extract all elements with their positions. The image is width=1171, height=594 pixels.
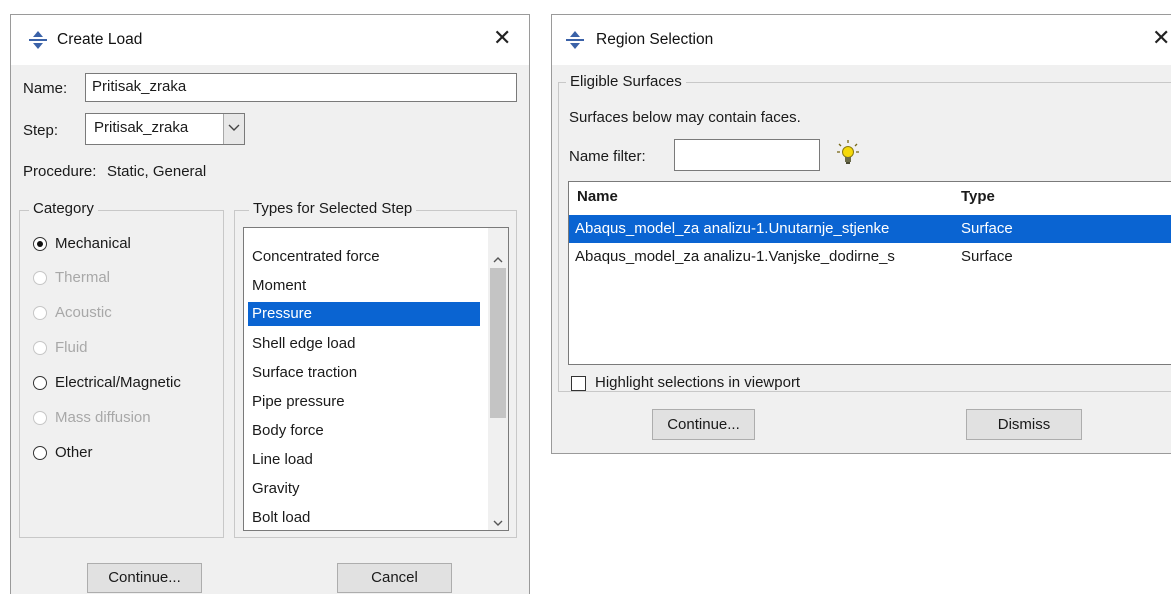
table-cell-type: Surface (961, 248, 1013, 265)
step-select-value: Pritisak_zraka (94, 119, 189, 136)
types-group-title: Types for Selected Step (249, 200, 417, 217)
radio-electrical-magnetic-label: Electrical/Magnetic (55, 374, 181, 391)
abaqus-arrows-icon (566, 31, 584, 49)
list-item[interactable]: Line load (248, 448, 480, 472)
radio-fluid-label: Fluid (55, 339, 88, 356)
table-cell-name: Abaqus_model_za analizu-1.Vanjske_dodirn… (575, 248, 895, 265)
surfaces-table[interactable]: Name Type Abaqus_model_za analizu-1.Unut… (568, 181, 1171, 365)
dialog-title: Region Selection (596, 31, 714, 48)
eligible-surfaces-title: Eligible Surfaces (566, 73, 686, 90)
radio-other-label: Other (55, 444, 93, 461)
radio-other-button[interactable] (33, 446, 47, 460)
radio-fluid-button (33, 341, 47, 355)
chevron-down-icon (228, 124, 240, 131)
radio-mechanical-button[interactable] (33, 237, 47, 251)
procedure-value: Static, General (107, 163, 207, 180)
scrollbar-thumb[interactable] (490, 268, 506, 418)
radio-acoustic-label: Acoustic (55, 304, 112, 321)
surfaces-note: Surfaces below may contain faces. (569, 109, 801, 126)
radio-thermal-label: Thermal (55, 269, 111, 286)
name-label: Name: (23, 80, 68, 97)
dialog-title: Create Load (57, 31, 143, 48)
continue-button[interactable]: Continue... (87, 563, 202, 593)
column-header-name[interactable]: Name (569, 182, 957, 212)
table-cell-type: Surface (961, 220, 1013, 237)
create-load-titlebar[interactable]: Create Load ✕ (11, 15, 529, 65)
region-selection-titlebar[interactable]: Region Selection ✕ (552, 15, 1171, 65)
step-label: Step: (23, 122, 59, 139)
close-icon[interactable]: ✕ (1152, 25, 1170, 53)
list-item[interactable]: Surface traction (248, 361, 480, 385)
name-filter-label: Name filter: (569, 148, 646, 165)
list-item-selected[interactable]: Pressure (248, 302, 480, 326)
list-item[interactable]: Pipe pressure (248, 390, 480, 414)
cancel-button[interactable]: Cancel (337, 563, 452, 593)
lightbulb-icon[interactable] (837, 139, 859, 167)
types-scrollbar[interactable] (488, 228, 508, 530)
chevron-down-icon[interactable] (493, 520, 503, 527)
step-select[interactable]: Pritisak_zraka (85, 113, 245, 145)
table-cell-name: Abaqus_model_za analizu-1.Unutarnje_stje… (575, 220, 890, 237)
radio-mass-diffusion-button (33, 411, 47, 425)
region-selection-dialog: Region Selection ✕ Eligible Surfaces Sur… (551, 14, 1171, 454)
radio-thermal-button (33, 271, 47, 285)
column-header-type[interactable]: Type (953, 182, 1171, 212)
step-select-button[interactable] (223, 114, 244, 144)
continue-button[interactable]: Continue... (652, 409, 755, 440)
category-group-title: Category (29, 200, 98, 217)
list-item[interactable]: Moment (248, 274, 480, 298)
list-item[interactable]: Concentrated force (248, 245, 480, 269)
highlight-label: Highlight selections in viewport (595, 374, 801, 391)
procedure-label: Procedure: (23, 163, 97, 180)
list-item[interactable]: Gravity (248, 477, 480, 501)
list-item[interactable]: Bolt load (248, 506, 480, 530)
radio-electrical-magnetic-button[interactable] (33, 376, 47, 390)
radio-acoustic-button (33, 306, 47, 320)
list-item[interactable]: Shell edge load (248, 332, 480, 356)
abaqus-arrows-icon (29, 31, 47, 49)
highlight-checkbox[interactable] (571, 376, 586, 391)
name-input[interactable]: Pritisak_zraka (85, 73, 517, 102)
create-load-dialog: Create Load ✕ Name: Pritisak_zraka Step:… (10, 14, 530, 594)
radio-mass-diffusion-label: Mass diffusion (55, 409, 151, 426)
radio-mechanical-label: Mechanical (55, 235, 131, 252)
load-types-list[interactable]: Concentrated force Moment Pressure Shell… (243, 227, 509, 531)
close-icon[interactable]: ✕ (493, 25, 511, 53)
table-row[interactable]: Abaqus_model_za analizu-1.Unutarnje_stje… (569, 215, 1171, 243)
name-filter-input[interactable] (674, 139, 820, 171)
dismiss-button[interactable]: Dismiss (966, 409, 1082, 440)
table-row[interactable]: Abaqus_model_za analizu-1.Vanjske_dodirn… (569, 243, 1171, 271)
list-item[interactable]: Body force (248, 419, 480, 443)
chevron-up-icon[interactable] (493, 256, 503, 263)
